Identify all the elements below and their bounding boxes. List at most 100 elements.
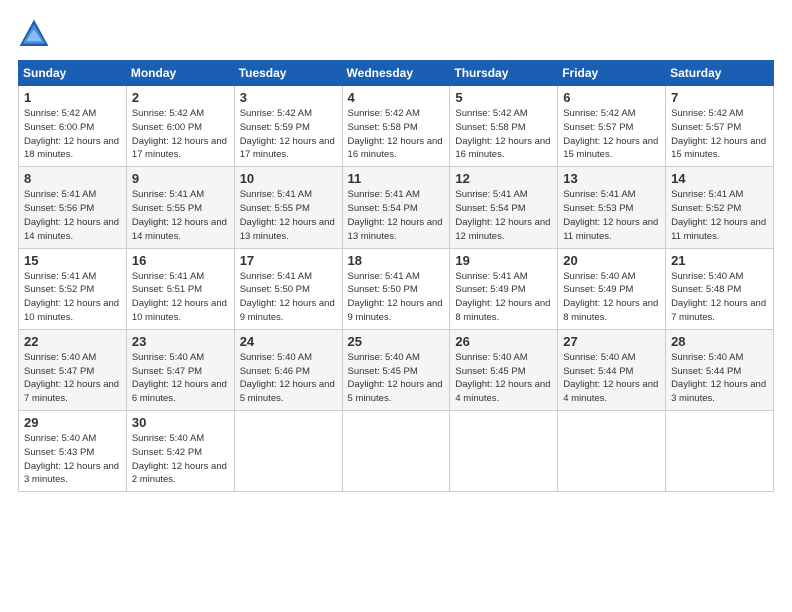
day-number: 2 — [132, 90, 230, 105]
calendar-cell: 22 Sunrise: 5:40 AMSunset: 5:47 PMDaylig… — [19, 329, 127, 410]
calendar-cell: 2 Sunrise: 5:42 AMSunset: 6:00 PMDayligh… — [126, 86, 234, 167]
day-number: 27 — [563, 334, 661, 349]
day-number: 22 — [24, 334, 122, 349]
day-info: Sunrise: 5:41 AMSunset: 5:50 PMDaylight:… — [348, 271, 443, 323]
day-info: Sunrise: 5:41 AMSunset: 5:55 PMDaylight:… — [240, 189, 335, 241]
calendar-cell: 7 Sunrise: 5:42 AMSunset: 5:57 PMDayligh… — [666, 86, 774, 167]
logo — [18, 18, 54, 50]
day-info: Sunrise: 5:42 AMSunset: 5:58 PMDaylight:… — [348, 108, 443, 160]
day-number: 1 — [24, 90, 122, 105]
day-info: Sunrise: 5:41 AMSunset: 5:53 PMDaylight:… — [563, 189, 658, 241]
day-number: 21 — [671, 253, 769, 268]
calendar-cell: 12 Sunrise: 5:41 AMSunset: 5:54 PMDaylig… — [450, 167, 558, 248]
day-number: 30 — [132, 415, 230, 430]
calendar-cell: 6 Sunrise: 5:42 AMSunset: 5:57 PMDayligh… — [558, 86, 666, 167]
calendar-cell: 17 Sunrise: 5:41 AMSunset: 5:50 PMDaylig… — [234, 248, 342, 329]
day-number: 4 — [348, 90, 446, 105]
day-number: 7 — [671, 90, 769, 105]
calendar-cell: 11 Sunrise: 5:41 AMSunset: 5:54 PMDaylig… — [342, 167, 450, 248]
calendar-cell — [234, 411, 342, 492]
calendar-cell: 18 Sunrise: 5:41 AMSunset: 5:50 PMDaylig… — [342, 248, 450, 329]
calendar-cell: 26 Sunrise: 5:40 AMSunset: 5:45 PMDaylig… — [450, 329, 558, 410]
week-row-2: 8 Sunrise: 5:41 AMSunset: 5:56 PMDayligh… — [19, 167, 774, 248]
calendar-cell: 14 Sunrise: 5:41 AMSunset: 5:52 PMDaylig… — [666, 167, 774, 248]
day-number: 17 — [240, 253, 338, 268]
day-info: Sunrise: 5:42 AMSunset: 5:57 PMDaylight:… — [671, 108, 766, 160]
day-info: Sunrise: 5:40 AMSunset: 5:43 PMDaylight:… — [24, 433, 119, 485]
weekday-header-sunday: Sunday — [19, 61, 127, 86]
day-info: Sunrise: 5:41 AMSunset: 5:54 PMDaylight:… — [348, 189, 443, 241]
day-info: Sunrise: 5:40 AMSunset: 5:49 PMDaylight:… — [563, 271, 658, 323]
calendar-table: SundayMondayTuesdayWednesdayThursdayFrid… — [18, 60, 774, 492]
day-info: Sunrise: 5:40 AMSunset: 5:45 PMDaylight:… — [455, 352, 550, 404]
calendar-cell: 24 Sunrise: 5:40 AMSunset: 5:46 PMDaylig… — [234, 329, 342, 410]
day-info: Sunrise: 5:40 AMSunset: 5:42 PMDaylight:… — [132, 433, 227, 485]
day-info: Sunrise: 5:41 AMSunset: 5:51 PMDaylight:… — [132, 271, 227, 323]
calendar-cell: 3 Sunrise: 5:42 AMSunset: 5:59 PMDayligh… — [234, 86, 342, 167]
day-number: 13 — [563, 171, 661, 186]
day-number: 24 — [240, 334, 338, 349]
day-info: Sunrise: 5:40 AMSunset: 5:48 PMDaylight:… — [671, 271, 766, 323]
day-number: 18 — [348, 253, 446, 268]
calendar-cell: 25 Sunrise: 5:40 AMSunset: 5:45 PMDaylig… — [342, 329, 450, 410]
day-number: 23 — [132, 334, 230, 349]
day-info: Sunrise: 5:42 AMSunset: 6:00 PMDaylight:… — [132, 108, 227, 160]
calendar-cell: 15 Sunrise: 5:41 AMSunset: 5:52 PMDaylig… — [19, 248, 127, 329]
day-number: 20 — [563, 253, 661, 268]
calendar-cell: 23 Sunrise: 5:40 AMSunset: 5:47 PMDaylig… — [126, 329, 234, 410]
day-number: 10 — [240, 171, 338, 186]
day-number: 5 — [455, 90, 553, 105]
day-number: 25 — [348, 334, 446, 349]
logo-icon — [18, 18, 50, 50]
day-info: Sunrise: 5:40 AMSunset: 5:44 PMDaylight:… — [671, 352, 766, 404]
day-number: 28 — [671, 334, 769, 349]
week-row-1: 1 Sunrise: 5:42 AMSunset: 6:00 PMDayligh… — [19, 86, 774, 167]
day-info: Sunrise: 5:41 AMSunset: 5:52 PMDaylight:… — [671, 189, 766, 241]
day-number: 29 — [24, 415, 122, 430]
calendar-cell: 28 Sunrise: 5:40 AMSunset: 5:44 PMDaylig… — [666, 329, 774, 410]
day-number: 12 — [455, 171, 553, 186]
day-info: Sunrise: 5:40 AMSunset: 5:47 PMDaylight:… — [132, 352, 227, 404]
weekday-header-tuesday: Tuesday — [234, 61, 342, 86]
week-row-3: 15 Sunrise: 5:41 AMSunset: 5:52 PMDaylig… — [19, 248, 774, 329]
calendar-cell: 4 Sunrise: 5:42 AMSunset: 5:58 PMDayligh… — [342, 86, 450, 167]
day-info: Sunrise: 5:41 AMSunset: 5:56 PMDaylight:… — [24, 189, 119, 241]
week-row-4: 22 Sunrise: 5:40 AMSunset: 5:47 PMDaylig… — [19, 329, 774, 410]
day-number: 11 — [348, 171, 446, 186]
calendar-cell: 8 Sunrise: 5:41 AMSunset: 5:56 PMDayligh… — [19, 167, 127, 248]
day-info: Sunrise: 5:42 AMSunset: 6:00 PMDaylight:… — [24, 108, 119, 160]
day-number: 15 — [24, 253, 122, 268]
day-info: Sunrise: 5:42 AMSunset: 5:59 PMDaylight:… — [240, 108, 335, 160]
day-info: Sunrise: 5:41 AMSunset: 5:54 PMDaylight:… — [455, 189, 550, 241]
weekday-header-friday: Friday — [558, 61, 666, 86]
calendar-cell: 9 Sunrise: 5:41 AMSunset: 5:55 PMDayligh… — [126, 167, 234, 248]
calendar-cell: 16 Sunrise: 5:41 AMSunset: 5:51 PMDaylig… — [126, 248, 234, 329]
weekday-header-wednesday: Wednesday — [342, 61, 450, 86]
day-info: Sunrise: 5:40 AMSunset: 5:44 PMDaylight:… — [563, 352, 658, 404]
calendar-cell: 10 Sunrise: 5:41 AMSunset: 5:55 PMDaylig… — [234, 167, 342, 248]
day-number: 6 — [563, 90, 661, 105]
day-number: 8 — [24, 171, 122, 186]
calendar-cell: 30 Sunrise: 5:40 AMSunset: 5:42 PMDaylig… — [126, 411, 234, 492]
day-info: Sunrise: 5:40 AMSunset: 5:47 PMDaylight:… — [24, 352, 119, 404]
day-info: Sunrise: 5:42 AMSunset: 5:57 PMDaylight:… — [563, 108, 658, 160]
day-info: Sunrise: 5:41 AMSunset: 5:50 PMDaylight:… — [240, 271, 335, 323]
calendar-cell: 19 Sunrise: 5:41 AMSunset: 5:49 PMDaylig… — [450, 248, 558, 329]
day-number: 26 — [455, 334, 553, 349]
week-row-5: 29 Sunrise: 5:40 AMSunset: 5:43 PMDaylig… — [19, 411, 774, 492]
calendar-cell: 1 Sunrise: 5:42 AMSunset: 6:00 PMDayligh… — [19, 86, 127, 167]
day-number: 14 — [671, 171, 769, 186]
day-info: Sunrise: 5:41 AMSunset: 5:55 PMDaylight:… — [132, 189, 227, 241]
day-info: Sunrise: 5:41 AMSunset: 5:52 PMDaylight:… — [24, 271, 119, 323]
calendar-cell: 21 Sunrise: 5:40 AMSunset: 5:48 PMDaylig… — [666, 248, 774, 329]
page: SundayMondayTuesdayWednesdayThursdayFrid… — [0, 0, 792, 612]
weekday-header-thursday: Thursday — [450, 61, 558, 86]
day-number: 19 — [455, 253, 553, 268]
weekday-header-saturday: Saturday — [666, 61, 774, 86]
header — [18, 18, 774, 50]
calendar-cell: 13 Sunrise: 5:41 AMSunset: 5:53 PMDaylig… — [558, 167, 666, 248]
calendar-cell: 20 Sunrise: 5:40 AMSunset: 5:49 PMDaylig… — [558, 248, 666, 329]
calendar-cell: 29 Sunrise: 5:40 AMSunset: 5:43 PMDaylig… — [19, 411, 127, 492]
calendar-cell: 27 Sunrise: 5:40 AMSunset: 5:44 PMDaylig… — [558, 329, 666, 410]
calendar-cell: 5 Sunrise: 5:42 AMSunset: 5:58 PMDayligh… — [450, 86, 558, 167]
